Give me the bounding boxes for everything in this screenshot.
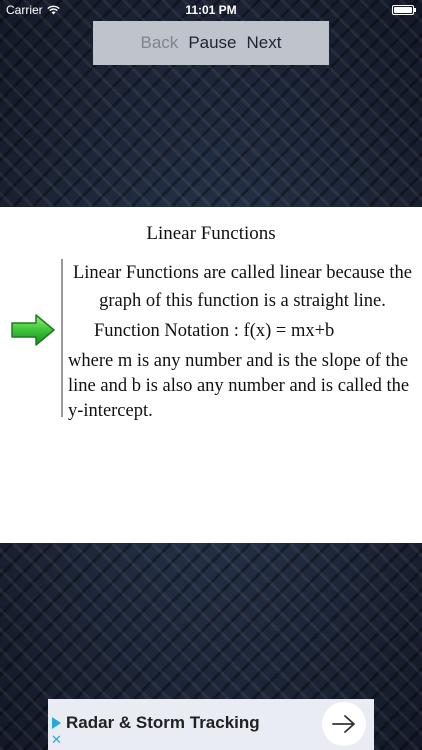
- battery-icon: [392, 5, 416, 15]
- lesson-card: Linear Functions Linear Functions are ca…: [0, 207, 422, 543]
- ad-banner[interactable]: ✕ Radar & Storm Tracking: [48, 699, 374, 750]
- ad-title[interactable]: Radar & Storm Tracking: [66, 713, 260, 733]
- arrow-right-icon: [332, 715, 355, 733]
- status-time: 11:01 PM: [185, 3, 237, 17]
- ad-action-button[interactable]: [322, 702, 366, 746]
- green-arrow-icon: [11, 314, 55, 346]
- pause-button[interactable]: Pause: [188, 33, 236, 53]
- lesson-title: Linear Functions: [146, 223, 276, 244]
- content-divider: [61, 259, 63, 417]
- ad-close-icon[interactable]: ✕: [51, 733, 62, 747]
- next-button[interactable]: Next: [247, 33, 282, 53]
- back-button[interactable]: Back: [141, 33, 179, 53]
- ad-play-icon[interactable]: [52, 717, 61, 729]
- slope-intercept-text: where m is any number and is the slope o…: [68, 351, 410, 421]
- function-notation: Function Notation : f(x) = mx+b: [94, 321, 335, 341]
- definition-text: Linear Functions are called linear becau…: [72, 263, 412, 311]
- status-bar: Carrier 11:01 PM: [0, 0, 422, 20]
- playback-control-bar: Back Pause Next: [93, 21, 329, 65]
